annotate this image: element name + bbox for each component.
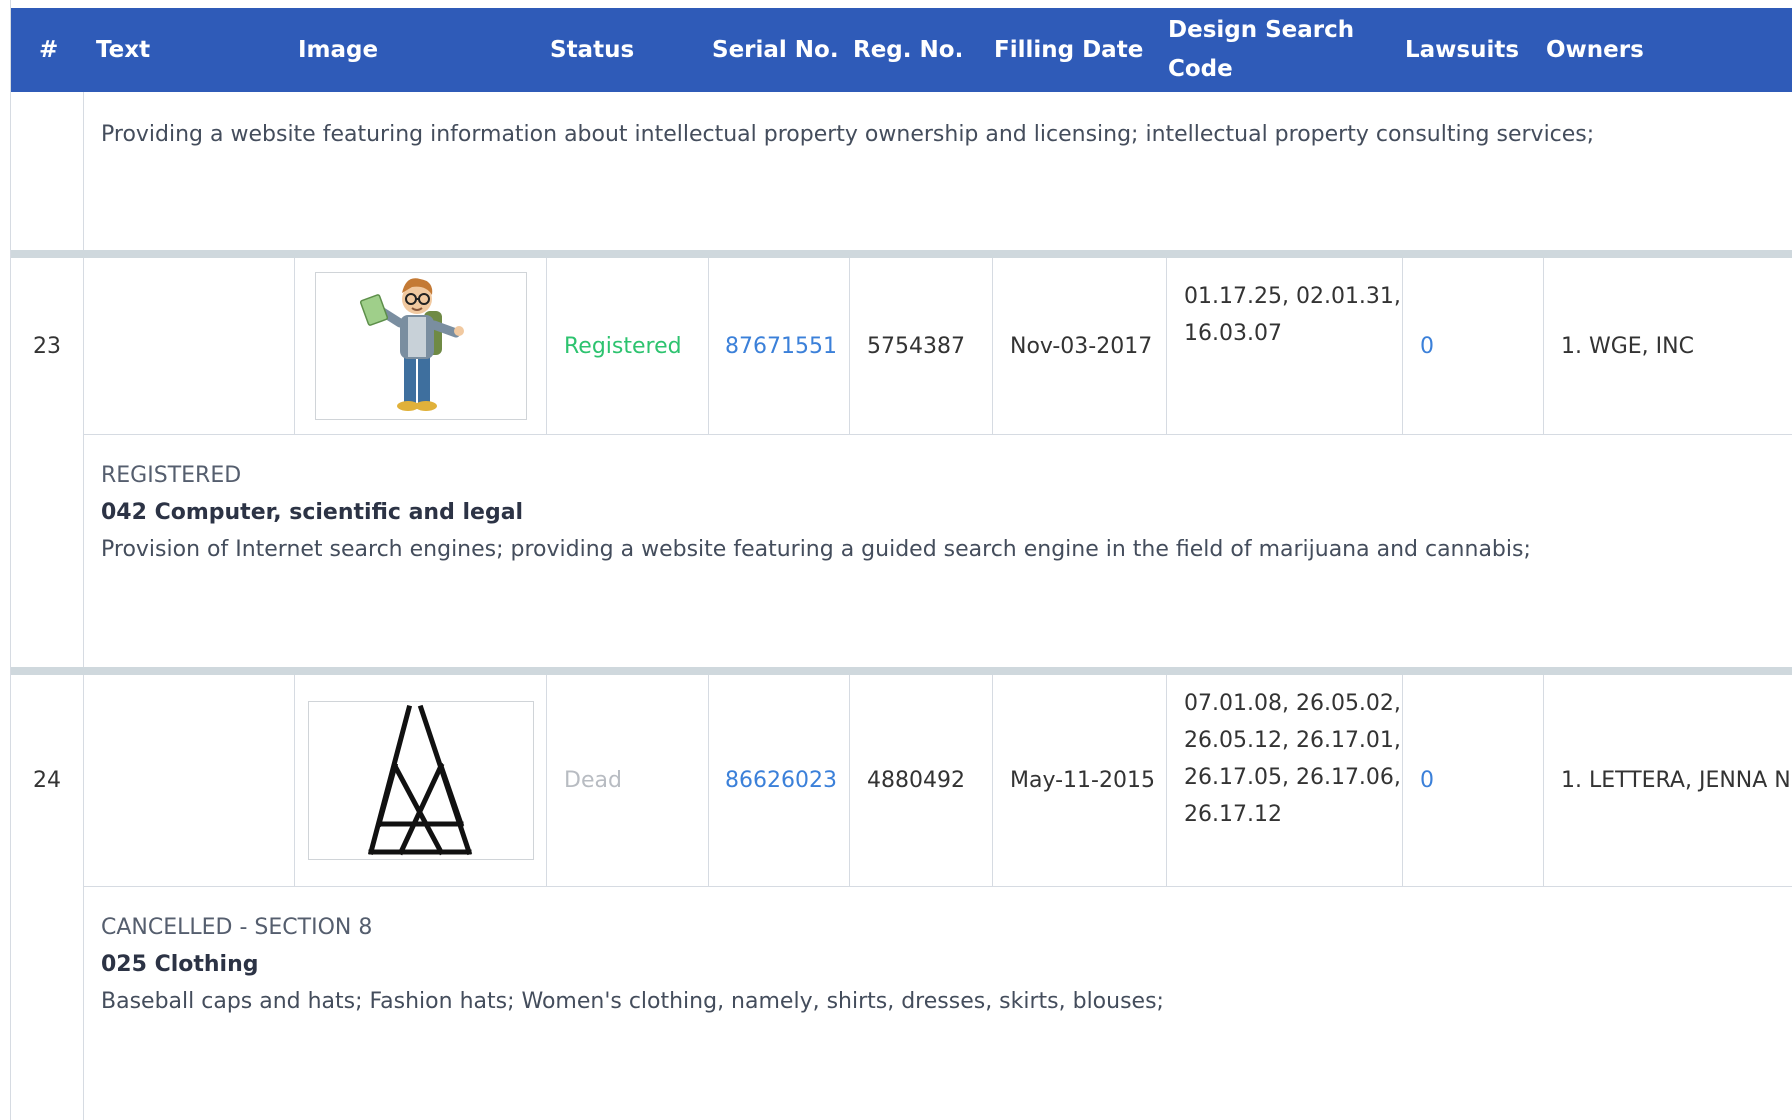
detail-status: REGISTERED bbox=[101, 463, 242, 488]
lawsuits-cell: 0 bbox=[1402, 258, 1543, 434]
record-detail: REGISTERED 042 Computer, scientific and … bbox=[83, 435, 1792, 667]
table-header: # Text Image Status Serial No. Reg. No. … bbox=[11, 8, 1792, 92]
record-separator bbox=[11, 250, 1792, 258]
record-detail-previous: Providing a website featuring informatio… bbox=[83, 92, 1792, 250]
design-codes-line: 07.01.08, 26.05.02, bbox=[1184, 691, 1401, 716]
col-header-design-code-line2: Code bbox=[1168, 56, 1233, 82]
status-label: Dead bbox=[564, 768, 622, 793]
reg-number: 5754387 bbox=[849, 258, 992, 434]
design-codes-line: 26.05.12, 26.17.01, bbox=[1184, 728, 1401, 753]
serial-cell: 86626023 bbox=[708, 675, 849, 886]
design-code-cell: 07.01.08, 26.05.02, 26.05.12, 26.17.01, … bbox=[1166, 675, 1402, 886]
goods-description: Provision of Internet search engines; pr… bbox=[101, 537, 1531, 562]
col-header-text[interactable]: Text bbox=[96, 8, 150, 92]
col-header-lawsuits[interactable]: Lawsuits bbox=[1405, 8, 1519, 92]
filing-date: May-11-2015 bbox=[992, 675, 1166, 886]
col-header-serial[interactable]: Serial No. bbox=[712, 8, 839, 92]
lawsuits-cell: 0 bbox=[1402, 675, 1543, 886]
design-codes-line: 26.17.05, 26.17.06, bbox=[1184, 765, 1401, 790]
lawsuits-link[interactable]: 0 bbox=[1420, 768, 1434, 793]
goods-description: Baseball caps and hats; Fashion hats; Wo… bbox=[101, 989, 1164, 1014]
trademark-table: # Text Image Status Serial No. Reg. No. … bbox=[10, 0, 1792, 1120]
status-cell: Dead bbox=[546, 675, 708, 886]
reg-number: 4880492 bbox=[849, 675, 992, 886]
table-row[interactable]: 24 Dead 86626023 4880492 May-11-2015 07.… bbox=[11, 675, 1792, 886]
teepee-triangle-icon bbox=[367, 704, 473, 856]
record-separator bbox=[11, 667, 1792, 675]
design-codes-line: 16.03.07 bbox=[1184, 321, 1282, 346]
image-cell bbox=[294, 675, 547, 886]
cartoon-man-icon bbox=[359, 278, 464, 411]
text-cell bbox=[83, 258, 295, 434]
text-cell bbox=[83, 675, 295, 886]
col-header-status[interactable]: Status bbox=[550, 8, 634, 92]
class-title: 042 Computer, scientific and legal bbox=[101, 500, 524, 525]
lawsuits-link[interactable]: 0 bbox=[1420, 334, 1434, 359]
trademark-image[interactable] bbox=[308, 701, 534, 860]
owners: 1. WGE, INC bbox=[1543, 258, 1792, 434]
serial-number-link[interactable]: 86626023 bbox=[725, 768, 837, 793]
status-cell: Registered bbox=[546, 258, 708, 434]
detail-status: CANCELLED - SECTION 8 bbox=[101, 915, 373, 940]
trademark-image[interactable] bbox=[315, 272, 527, 420]
serial-cell: 87671551 bbox=[708, 258, 849, 434]
col-header-number[interactable]: # bbox=[39, 8, 58, 92]
goods-description: Providing a website featuring informatio… bbox=[101, 122, 1595, 147]
serial-number-link[interactable]: 87671551 bbox=[725, 334, 837, 359]
design-code-cell: 01.17.25, 02.01.31, 16.03.07 bbox=[1166, 258, 1402, 434]
col-header-design-code[interactable]: Design Search Code bbox=[1168, 8, 1354, 92]
col-header-reg[interactable]: Reg. No. bbox=[853, 8, 963, 92]
status-label: Registered bbox=[564, 333, 682, 359]
table-row[interactable]: 23 Registered 87671551 5754387 Nov-03-20… bbox=[11, 258, 1792, 434]
row-number: 23 bbox=[33, 333, 61, 359]
class-title: 025 Clothing bbox=[101, 952, 259, 977]
row-number: 24 bbox=[33, 768, 61, 793]
design-codes-line: 01.17.25, 02.01.31, bbox=[1184, 284, 1401, 309]
col-header-filing-date[interactable]: Filling Date bbox=[994, 8, 1143, 92]
col-header-design-code-line1: Design Search bbox=[1168, 17, 1355, 43]
col-header-image[interactable]: Image bbox=[298, 8, 378, 92]
design-codes-line: 26.17.12 bbox=[1184, 802, 1282, 827]
col-header-owners[interactable]: Owners bbox=[1546, 8, 1644, 92]
filing-date: Nov-03-2017 bbox=[992, 258, 1166, 434]
image-cell bbox=[294, 258, 547, 434]
owners: 1. LETTERA, JENNA N bbox=[1543, 675, 1792, 886]
record-detail: CANCELLED - SECTION 8 025 Clothing Baseb… bbox=[83, 887, 1792, 1120]
